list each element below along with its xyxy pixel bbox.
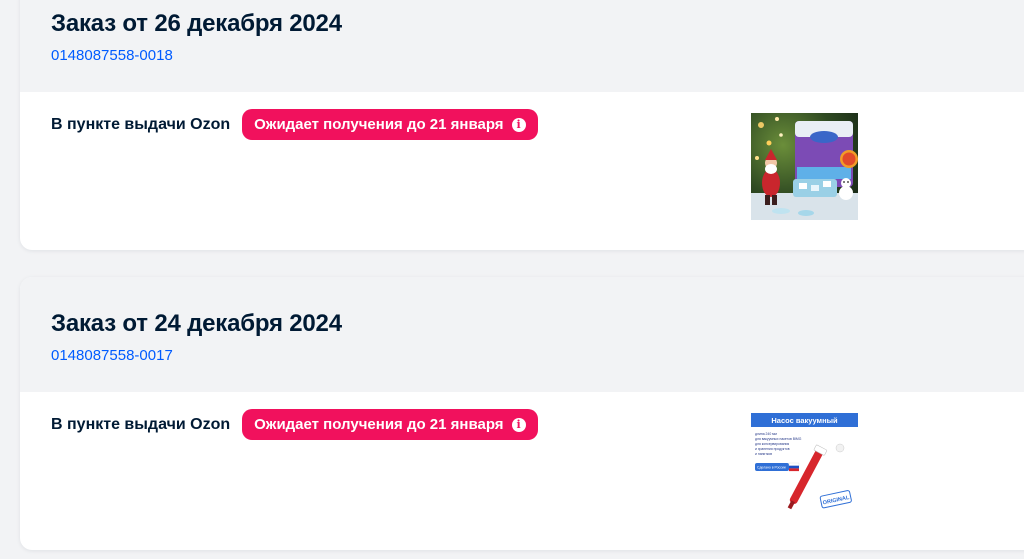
order-header: Заказ от 24 декабря 2024 0148087558-0017 bbox=[20, 277, 1024, 392]
product-thumbnail[interactable] bbox=[751, 113, 858, 220]
status-badge[interactable]: Ожидает получения до 21 января i bbox=[242, 109, 538, 140]
vacuum-pump-photo: Насос вакуумный длина 240 мм для вакуумн… bbox=[751, 413, 858, 520]
status-badge[interactable]: Ожидает получения до 21 января i bbox=[242, 409, 538, 440]
product-bullet: и напитков bbox=[755, 452, 772, 456]
product-bullet: для вакуумных пакетов BIMG bbox=[755, 437, 802, 441]
delivery-status-row: В пункте выдачи Ozon Ожидает получения д… bbox=[51, 109, 1024, 140]
product-bullet: и хранения продуктов bbox=[755, 447, 790, 451]
pickup-location: В пункте выдачи Ozon bbox=[51, 415, 231, 433]
product-thumbnail[interactable]: Насос вакуумный длина 240 мм для вакуумн… bbox=[751, 413, 858, 520]
order-number-link[interactable]: 0148087558-0018 bbox=[51, 47, 173, 65]
order-card: Заказ от 24 декабря 2024 0148087558-0017… bbox=[20, 277, 1024, 550]
order-body: В пункте выдачи Ozon Ожидает получения д… bbox=[20, 92, 1024, 250]
product-bullet: для консервирования bbox=[755, 442, 789, 446]
order-number-link[interactable]: 0148087558-0017 bbox=[51, 347, 173, 365]
status-badge-label: Ожидает получения до 21 января bbox=[254, 116, 504, 133]
delivery-status-row: В пункте выдачи Ozon Ожидает получения д… bbox=[51, 409, 1024, 440]
product-heading: Насос вакуумный bbox=[771, 416, 838, 425]
dishwasher-tablets-photo bbox=[751, 113, 858, 220]
order-title: Заказ от 24 декабря 2024 bbox=[51, 310, 342, 337]
status-badge-label: Ожидает получения до 21 января bbox=[254, 416, 504, 433]
product-bullet: длина 240 мм bbox=[755, 432, 777, 436]
info-icon[interactable]: i bbox=[511, 417, 526, 432]
order-header: Заказ от 26 декабря 2024 0148087558-0018 bbox=[20, 0, 1024, 92]
order-body: В пункте выдачи Ozon Ожидает получения д… bbox=[20, 392, 1024, 550]
info-icon[interactable]: i bbox=[511, 117, 526, 132]
pickup-location: В пункте выдачи Ozon bbox=[51, 115, 231, 133]
made-in-russia-label: Сделано в России bbox=[757, 466, 786, 470]
order-card: Заказ от 26 декабря 2024 0148087558-0018… bbox=[20, 0, 1024, 250]
order-title: Заказ от 26 декабря 2024 bbox=[51, 10, 342, 37]
